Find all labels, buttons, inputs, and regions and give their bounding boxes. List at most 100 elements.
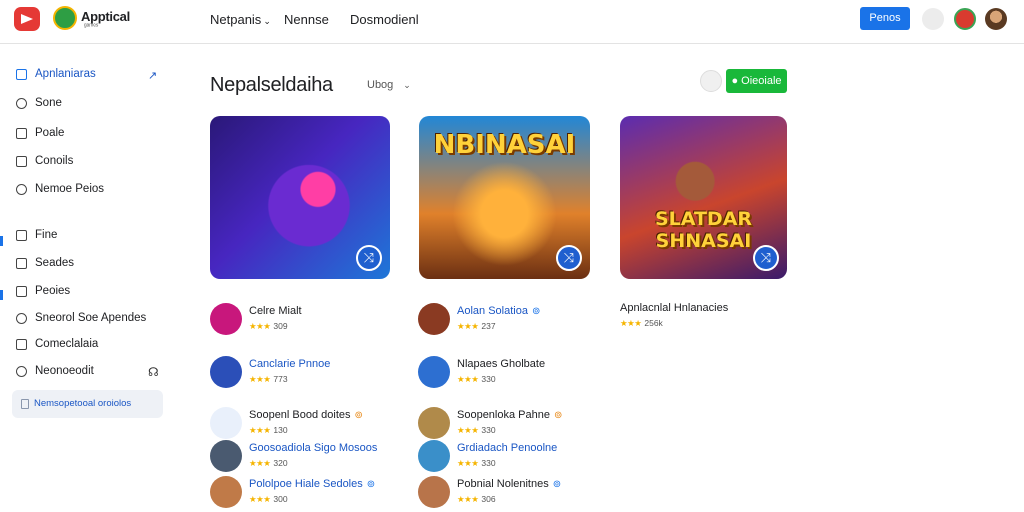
app-name[interactable]: Celre Mialt — [249, 305, 302, 317]
settings-icon[interactable] — [922, 8, 944, 30]
notification-icon[interactable] — [954, 8, 976, 30]
heart-icon — [16, 365, 27, 377]
app-name[interactable]: Goosoadiola Sigo Mosoos — [249, 442, 377, 454]
star-rating-icon: ★★★ — [457, 494, 479, 504]
app-icon[interactable] — [210, 476, 242, 508]
app-name[interactable]: Aolan Solatioa ⊚ — [457, 305, 540, 317]
sidebar-item-sneorol[interactable]: Sneorol Soe Apendes — [16, 312, 146, 324]
square-icon — [16, 127, 27, 139]
search-icon — [16, 312, 27, 324]
app-icon[interactable] — [418, 303, 450, 335]
star-rating-icon: ★★★ — [249, 374, 271, 384]
app-icon[interactable] — [418, 476, 450, 508]
circle-arrow-icon — [16, 97, 27, 109]
star-rating-icon: ★★★ — [457, 425, 479, 435]
sidebar-item-conoils[interactable]: Conoils — [16, 155, 73, 167]
chevron-down-icon: ⌄ — [263, 16, 271, 26]
app-name[interactable]: Pobnial Nolenitnes ⊚ — [457, 478, 561, 490]
sidebar-item-neonoeodit[interactable]: Neonoeodit — [16, 365, 94, 377]
shuffle-badge-icon[interactable]: ⤨ — [356, 245, 382, 271]
app-icon[interactable] — [210, 303, 242, 335]
app-logo-icon[interactable] — [53, 6, 77, 30]
sidebar-item-apnlaniaras[interactable]: Apnlaniaras — [16, 68, 96, 80]
sidebar-item-sone[interactable]: Sone — [16, 97, 62, 109]
star-rating-icon: ★★★ — [620, 318, 642, 328]
expand-arrow-icon[interactable]: ↗ — [148, 69, 157, 82]
sidebar-footer-item[interactable]: Nemsopetooal oroiolos — [12, 390, 163, 418]
top-bar: Apptical ᵍᵃᵐᵉˢ Netpanis ⌄ Nennse Dosmodie… — [0, 0, 1024, 44]
star-rating-icon: ★★★ — [249, 425, 271, 435]
featured-card[interactable]: NBINASAI ⤨ — [419, 116, 590, 279]
circle-plus-icon — [16, 183, 27, 195]
app-rating: ★★★ 306 — [457, 494, 496, 504]
app-icon[interactable] — [210, 440, 242, 472]
app-rating: ★★★ 256k — [620, 318, 663, 328]
list-icon — [16, 338, 27, 350]
nav-item-dosmodienl[interactable]: Dosmodienl — [350, 12, 419, 27]
star-rating-icon: ★★★ — [457, 374, 479, 384]
verified-badge-icon: ⊚ — [553, 410, 563, 421]
app-rating: ★★★ 773 — [249, 374, 288, 384]
app-name[interactable]: Nlapaes Gholbate — [457, 358, 545, 370]
sidebar-item-peoies[interactable]: Peoies — [16, 285, 70, 297]
chevron-down-icon: ⌄ — [403, 80, 411, 90]
star-rating-icon: ★★★ — [457, 321, 479, 331]
app-rating: ★★★ 320 — [249, 458, 288, 468]
brand-name[interactable]: Apptical — [81, 9, 130, 24]
app-rating: ★★★ 309 — [249, 321, 288, 331]
app-name[interactable]: Pololpoe Hiale Sedoles ⊚ — [249, 478, 375, 490]
app-icon[interactable] — [210, 407, 242, 439]
document-icon — [21, 399, 29, 409]
primary-button[interactable]: Penos — [860, 7, 910, 30]
nav-item-nennse[interactable]: Nennse — [284, 12, 329, 27]
sidebar-item-poale[interactable]: Poale — [16, 127, 64, 139]
verified-badge-icon: ⊚ — [531, 306, 541, 317]
app-icon[interactable] — [418, 356, 450, 388]
app-rating: ★★★ 237 — [457, 321, 496, 331]
star-rating-icon: ★★★ — [249, 494, 271, 504]
verified-badge-icon: ⊚ — [366, 479, 376, 490]
sidebar-item-nemoe-peios[interactable]: Nemoe Peios — [16, 183, 104, 195]
square-icon — [16, 285, 27, 297]
active-indicator — [0, 236, 3, 246]
app-name[interactable]: Soopenloka Pahne ⊚ — [457, 409, 562, 421]
app-rating: ★★★ 330 — [457, 425, 496, 435]
star-rating-icon: ★★★ — [457, 458, 479, 468]
app-icon[interactable] — [210, 356, 242, 388]
grid-icon — [16, 68, 27, 80]
app-name[interactable]: Canclarie Pnnoe — [249, 358, 330, 370]
brand-subtitle: ᵍᵃᵐᵉˢ — [84, 23, 99, 30]
headset-icon[interactable]: ☊ — [148, 365, 159, 379]
app-name[interactable]: Soopenl Bood doites ⊚ — [249, 409, 363, 421]
star-rating-icon: ★★★ — [249, 321, 271, 331]
nav-item-netpanis[interactable]: Netpanis ⌄ — [210, 12, 271, 27]
action-button[interactable]: ● Oieoiale — [726, 69, 787, 93]
app-name[interactable]: Grdiadach Penoolne — [457, 442, 557, 454]
verified-badge-icon: ⊚ — [552, 479, 562, 490]
shuffle-badge-icon[interactable]: ⤨ — [753, 245, 779, 271]
sidebar-item-comeclalaia[interactable]: Comeclalaia — [16, 338, 98, 350]
chart-icon — [16, 229, 27, 241]
star-rating-icon: ★★★ — [249, 458, 271, 468]
app-icon[interactable] — [418, 440, 450, 472]
sidebar-item-fine[interactable]: Fine — [16, 229, 57, 241]
app-icon[interactable] — [418, 407, 450, 439]
play-logo-icon[interactable] — [14, 7, 40, 31]
card-art-title: NBINASAI — [433, 130, 576, 160]
filter-dropdown[interactable]: Ubog ⌄ — [367, 79, 411, 91]
square-icon — [16, 155, 27, 167]
avatar[interactable] — [985, 8, 1007, 30]
app-rating: ★★★ 330 — [457, 458, 496, 468]
sidebar — [0, 45, 178, 512]
verified-badge-icon: ⊚ — [354, 410, 363, 421]
app-rating: ★★★ 300 — [249, 494, 288, 504]
sidebar-item-seades[interactable]: Seades — [16, 257, 74, 269]
featured-card[interactable]: ⤨ — [210, 116, 390, 279]
active-indicator — [0, 290, 3, 300]
app-name[interactable]: Apnlacnlal Hnlanacies — [620, 302, 728, 314]
square-icon — [16, 257, 27, 269]
toggle-icon[interactable] — [700, 70, 722, 92]
featured-card[interactable]: SLATDAR SHNASAI ⤨ — [620, 116, 787, 279]
app-rating: ★★★ 130 — [249, 425, 288, 435]
shuffle-badge-icon[interactable]: ⤨ — [556, 245, 582, 271]
